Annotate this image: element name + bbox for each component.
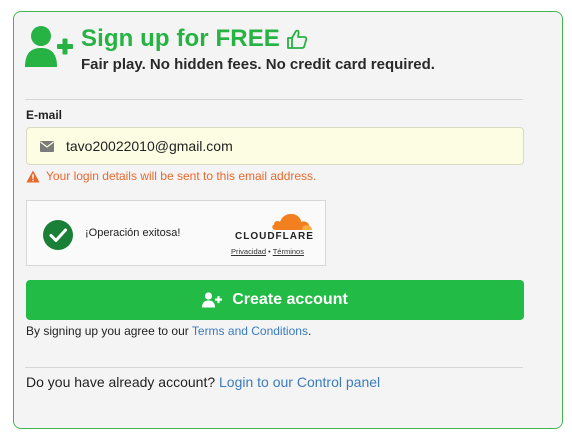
page-subtitle: Fair play. No hidden fees. No credit car… xyxy=(81,56,435,73)
signup-header: Sign up for FREE Fair play. No hidden fe… xyxy=(25,25,435,73)
terms-notice: By signing up you agree to our Terms and… xyxy=(26,324,311,338)
terms-suffix: . xyxy=(307,324,312,338)
divider xyxy=(25,99,523,100)
login-link[interactable]: Login to our Control panel xyxy=(219,374,380,390)
envelope-icon xyxy=(40,140,54,152)
check-circle-icon xyxy=(43,220,73,250)
cloudflare-links: Privacidad • Términos xyxy=(231,247,304,256)
email-field[interactable] xyxy=(26,127,524,165)
email-label: E-mail xyxy=(26,108,63,122)
terms-prefix: By signing up you agree to our xyxy=(26,324,192,338)
privacy-link[interactable]: Privacidad xyxy=(231,247,266,256)
login-prompt: Do you have already account? Login to ou… xyxy=(26,374,380,390)
create-account-label: Create account xyxy=(232,291,348,308)
captcha-widget[interactable]: ¡Operación exitosa! CLOUDFLARE Privacida… xyxy=(26,200,326,266)
cloudflare-brand: CLOUDFLARE xyxy=(235,231,314,242)
thumbs-up-icon xyxy=(287,29,308,49)
captcha-status: ¡Operación exitosa! xyxy=(85,227,181,239)
divider xyxy=(25,367,523,368)
header-text: Sign up for FREE Fair play. No hidden fe… xyxy=(81,25,435,73)
terms-link-cf[interactable]: Términos xyxy=(273,247,304,256)
warning-icon xyxy=(26,170,40,182)
links-separator: • xyxy=(266,247,273,256)
terms-link[interactable]: Terms and Conditions xyxy=(192,324,308,338)
login-prefix: Do you have already account? xyxy=(26,374,220,390)
cloudflare-logo xyxy=(272,213,312,230)
add-user-icon xyxy=(202,292,223,308)
create-account-button[interactable]: Create account xyxy=(26,280,524,320)
warning-text: Your login details will be sent to this … xyxy=(46,169,317,183)
email-warning: Your login details will be sent to this … xyxy=(26,169,316,183)
title-row: Sign up for FREE xyxy=(81,25,435,53)
page-title: Sign up for FREE xyxy=(81,25,280,52)
add-user-icon xyxy=(25,26,73,67)
email-input[interactable] xyxy=(66,138,486,154)
